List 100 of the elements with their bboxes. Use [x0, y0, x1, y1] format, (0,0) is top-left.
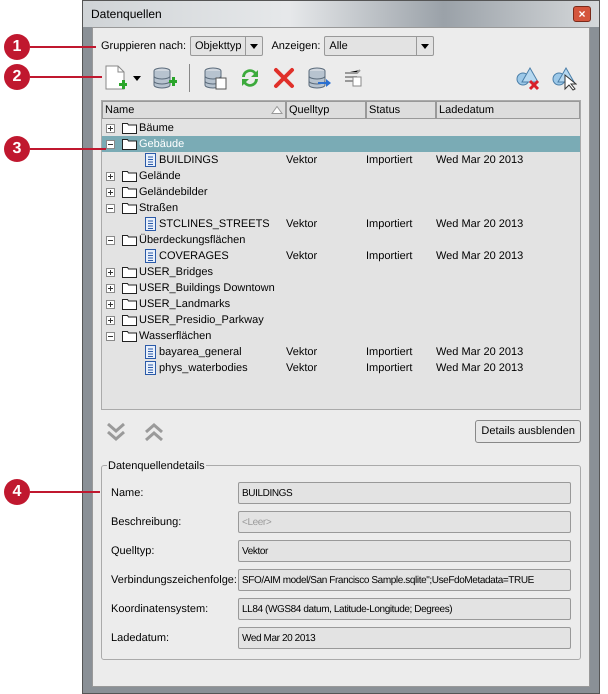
tree-item-label: USER_Bridges: [139, 264, 213, 280]
tree-item-label: USER_Landmarks: [139, 296, 230, 312]
select-shape-button[interactable]: [551, 65, 577, 91]
tree-row[interactable]: USER_Landmarks: [102, 296, 580, 312]
folder-icon: [122, 282, 137, 294]
tree-item-label: Überdeckungsflächen: [139, 232, 246, 248]
input-field[interactable]: LL84 (WGS84 datum, Latitude-Longitude; Degrees): [238, 598, 571, 620]
group-by-label: Gruppieren nach:: [101, 38, 186, 54]
tree-item-label: bayarea_general: [159, 344, 242, 360]
leader-line: [30, 491, 100, 493]
folder-icon: [122, 202, 137, 214]
tree-item-label: Straßen: [139, 200, 178, 216]
document-icon: [145, 217, 156, 231]
table-cell-text: Vektor: [286, 152, 318, 168]
database-properties-button[interactable]: [202, 65, 228, 91]
collapse-icon[interactable]: [106, 332, 115, 340]
close-button[interactable]: ×: [573, 6, 591, 22]
folder-icon: [122, 138, 137, 150]
tree-row[interactable]: Überdeckungsflächen: [102, 232, 580, 248]
callout-number: 3: [4, 136, 30, 162]
document-icon: [145, 249, 156, 263]
tree-row[interactable]: USER_Buildings Downtown: [102, 280, 580, 296]
window-title: Datenquellen: [91, 6, 162, 23]
folder-icon: [122, 314, 137, 326]
hide-details-button[interactable]: Details ausblenden: [475, 420, 581, 443]
table-cell-text: Importiert: [366, 216, 414, 232]
remove-shape-button[interactable]: [515, 65, 541, 91]
input-field[interactable]: <Leer>: [238, 511, 571, 533]
expand-icon[interactable]: [106, 188, 115, 196]
expand-icon[interactable]: [106, 172, 115, 180]
new-document-button[interactable]: [105, 65, 141, 91]
table-cell-text: Importiert: [366, 152, 414, 168]
callout-number: 2: [4, 64, 30, 90]
input-field[interactable]: Vektor: [238, 540, 571, 562]
tree-item-label: Geländebilder: [139, 184, 208, 200]
callout-number: 1: [4, 34, 30, 60]
table-cell-text: Importiert: [366, 360, 414, 376]
tree-item-label: USER_Presidio_Parkway: [139, 312, 264, 328]
input-field[interactable]: BUILDINGS: [238, 482, 571, 504]
table-cell-text: Wed Mar 20 2013: [436, 344, 524, 360]
collapse-icon[interactable]: [106, 236, 115, 244]
table-cell-text: Wed Mar 20 2013: [436, 216, 524, 232]
tree-item-label: USER_Buildings Downtown: [139, 280, 275, 296]
expand-icon[interactable]: [106, 316, 115, 324]
table-cell-text: Importiert: [366, 344, 414, 360]
add-database-button[interactable]: [151, 65, 177, 91]
tree-row[interactable]: USER_Presidio_Parkway: [102, 312, 580, 328]
folder-icon: [122, 186, 137, 198]
folder-icon: [122, 234, 137, 246]
tree-row[interactable]: phys_waterbodies Vektor Importiert Wed Mar 20 2013: [102, 360, 580, 376]
group-by-dropdown[interactable]: Objekttyp: [190, 36, 264, 56]
field-label: Verbindungszeichenfolge:: [111, 572, 238, 588]
tree-row[interactable]: STCLINES_STREETS Vektor Importiert Wed Mar 20 2013: [102, 216, 580, 232]
table-cell-text: Vektor: [286, 216, 318, 232]
table-cell-text: Vektor: [286, 344, 318, 360]
database-export-button[interactable]: [306, 65, 332, 91]
tree-item-label: Gelände: [139, 168, 181, 184]
tree-row[interactable]: bayarea_general Vektor Importiert Wed Mar 20 2013: [102, 344, 580, 360]
tree-row[interactable]: Geländebilder: [102, 184, 580, 200]
collapse-icon[interactable]: [106, 204, 115, 212]
folder-icon: [122, 266, 137, 278]
leader-line: [30, 76, 102, 78]
table-cell-text: Wed Mar 20 2013: [436, 360, 524, 376]
table-cell-text: Wed Mar 20 2013: [436, 152, 524, 168]
tree-row[interactable]: Wasserflächen: [102, 328, 580, 344]
tree-item-label: STCLINES_STREETS: [159, 216, 270, 232]
document-icon: [145, 153, 156, 167]
show-dropdown[interactable]: Alle: [324, 36, 434, 56]
caret-icon: [133, 76, 141, 80]
input-field[interactable]: SFO/AIM model/San Francisco Sample.sqlite";UseFdoMetadata=TRUE: [238, 569, 571, 591]
input-field[interactable]: Wed Mar 20 2013: [238, 627, 571, 649]
leader-line: [30, 46, 96, 48]
expand-icon[interactable]: [106, 124, 115, 132]
tree-row[interactable]: Straßen: [102, 200, 580, 216]
folder-icon: [122, 122, 137, 134]
expand-icon[interactable]: [106, 284, 115, 292]
table-cell-text: Vektor: [286, 360, 318, 376]
tree-row[interactable]: COVERAGES Vektor Importiert Wed Mar 20 2013: [102, 248, 580, 264]
folder-icon: [122, 170, 137, 182]
callout-number: 4: [4, 479, 30, 505]
tree-item-label: BUILDINGS: [159, 152, 218, 168]
column-header[interactable]: Name: [102, 101, 286, 119]
layers-button[interactable]: [342, 67, 364, 89]
field-label: Koordinatensystem:: [111, 602, 210, 617]
tree-row[interactable]: USER_Bridges: [102, 264, 580, 280]
collapse-icon[interactable]: [106, 140, 115, 148]
delete-button[interactable]: [272, 66, 296, 90]
folder-icon: [122, 330, 137, 342]
tree-row[interactable]: Bäume: [102, 120, 580, 136]
column-header[interactable]: Quelltyp: [286, 101, 366, 119]
column-header[interactable]: Ladedatum: [436, 101, 580, 119]
table-cell-text: Vektor: [286, 248, 318, 264]
tree-row[interactable]: Gelände: [102, 168, 580, 184]
expand-icon[interactable]: [106, 300, 115, 308]
document-icon: [145, 361, 156, 375]
field-label: Name:: [111, 486, 144, 501]
column-header[interactable]: Status: [366, 101, 436, 119]
group-title: Datenquellendetails: [107, 458, 206, 474]
expand-icon[interactable]: [106, 268, 115, 276]
tree-row[interactable]: BUILDINGS Vektor Importiert Wed Mar 20 2013: [102, 152, 580, 168]
